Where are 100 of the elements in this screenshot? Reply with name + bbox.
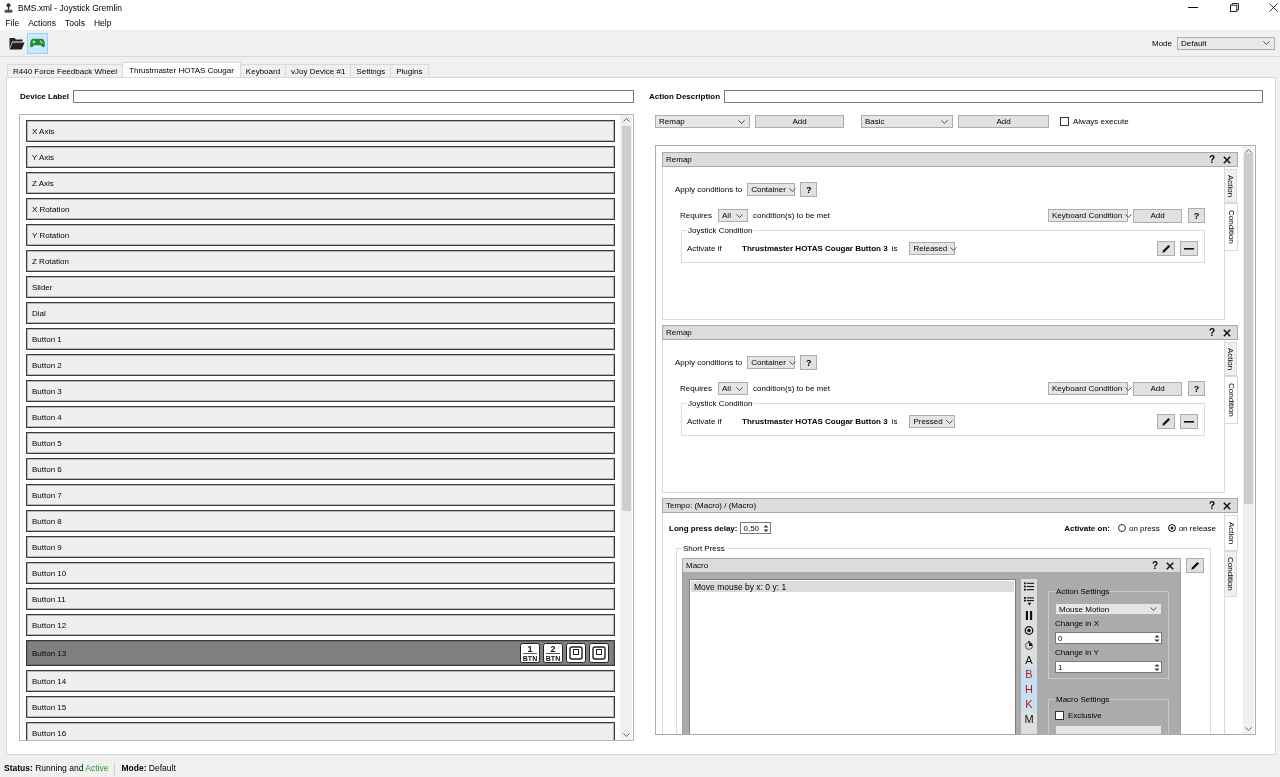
remove-button[interactable] [1180, 241, 1198, 256]
spin-box[interactable]: 0,50 [740, 522, 772, 534]
macro-tool-button[interactable]: B [1021, 667, 1037, 682]
macro-entry[interactable]: Move mouse by x: 0 y: 1 [691, 581, 1014, 592]
side-tab[interactable]: Action [1225, 515, 1238, 552]
device-tab[interactable]: Settings [350, 64, 392, 77]
input-item[interactable]: Button 6 [26, 458, 615, 480]
scroll-up-icon[interactable] [1245, 149, 1252, 153]
side-tab[interactable]: Condition [1225, 551, 1237, 598]
edit-button[interactable] [1157, 414, 1175, 429]
spin-box[interactable]: 1 [1055, 661, 1162, 673]
requires-dropdown[interactable]: All [718, 209, 748, 222]
close-icon[interactable] [1223, 328, 1231, 337]
help-button[interactable]: ? [1208, 500, 1215, 511]
input-item[interactable]: Button 10 [26, 562, 615, 584]
input-item[interactable]: Button 11 [26, 588, 615, 610]
input-item[interactable]: Button 3 [26, 380, 615, 402]
menu-item[interactable]: Actions [23, 17, 61, 28]
device-label-field[interactable] [72, 90, 634, 103]
scrollbar-thumb[interactable] [621, 126, 631, 511]
help-button[interactable]: ? [1208, 327, 1215, 338]
device-tab[interactable]: vJoy Device #1 [285, 64, 352, 77]
checkbox[interactable] [1055, 711, 1064, 720]
spin-box[interactable]: 0 [1055, 632, 1162, 644]
input-item[interactable]: Button 9 [26, 536, 615, 558]
side-tab[interactable]: Condition [1225, 376, 1238, 425]
requires-dropdown[interactable]: All [718, 382, 748, 395]
input-item[interactable]: Button 1 [26, 328, 615, 350]
input-item[interactable]: Button 7 [26, 484, 615, 506]
macro-tool-button[interactable]: M [1021, 711, 1037, 726]
edit-button[interactable] [1157, 241, 1175, 256]
add-container-button[interactable]: Add [958, 115, 1049, 128]
spin-arrows-icon[interactable] [1154, 633, 1160, 643]
input-item[interactable]: Z Rotation [26, 250, 615, 272]
add-condition-button[interactable]: Add [1133, 381, 1182, 396]
input-item[interactable]: Y Axis [26, 146, 615, 168]
close-icon[interactable] [1166, 561, 1174, 570]
action-description-field[interactable] [724, 90, 1263, 103]
help-button[interactable]: ? [1208, 154, 1215, 165]
menu-item[interactable]: Tools [60, 17, 90, 28]
apply-dropdown[interactable]: Container [747, 356, 796, 369]
radio-button[interactable] [1167, 524, 1176, 532]
help-button[interactable]: ? [1188, 381, 1205, 396]
state-dropdown[interactable]: Released [909, 242, 956, 255]
input-item[interactable]: Button 14 [26, 670, 615, 692]
edit-button[interactable] [1186, 558, 1204, 573]
macro-tool-button[interactable] [1021, 579, 1037, 594]
menu-item[interactable]: File [1, 17, 24, 28]
exclusive-label[interactable]: Exclusive [1068, 711, 1102, 720]
input-item[interactable]: Slider [26, 276, 615, 298]
input-item[interactable]: Z Axis [26, 172, 615, 194]
scroll-down-icon[interactable] [622, 733, 630, 737]
radio-button[interactable] [1117, 524, 1126, 532]
menu-item[interactable]: Help [89, 17, 116, 28]
help-button[interactable]: ? [800, 355, 818, 370]
radio-label[interactable]: on release [1178, 523, 1216, 533]
scrollbar-thumb[interactable] [1244, 153, 1253, 504]
scroll-down-icon[interactable] [1245, 727, 1252, 731]
close-icon[interactable] [1269, 3, 1278, 12]
device-tab[interactable]: Plugins [390, 64, 429, 77]
help-button[interactable]: ? [800, 182, 818, 197]
help-button[interactable]: ? [1151, 560, 1158, 571]
spin-arrows-icon[interactable] [1154, 662, 1160, 672]
close-icon[interactable] [1223, 501, 1231, 510]
close-icon[interactable] [1223, 155, 1231, 164]
checkbox[interactable] [1060, 117, 1069, 126]
device-tab[interactable]: R440 Force Feedback Wheel [7, 64, 124, 77]
action-type-dropdown[interactable]: Remap [655, 115, 750, 128]
mode-dropdown[interactable]: Default [1177, 36, 1275, 50]
input-item[interactable]: Button 8 [26, 510, 615, 532]
restore-icon[interactable] [1230, 3, 1239, 12]
gamepad-button[interactable] [27, 32, 48, 54]
scroll-up-icon[interactable] [622, 118, 630, 122]
add-action-button[interactable]: Add [755, 115, 844, 128]
remove-button[interactable] [1180, 414, 1198, 429]
input-item[interactable]: Button 15 [26, 696, 615, 718]
radio-label[interactable]: on press [1128, 523, 1160, 533]
input-item[interactable]: Button 2 [26, 354, 615, 376]
side-tab[interactable]: Condition [1225, 203, 1238, 252]
input-item[interactable]: Y Rotation [26, 224, 615, 246]
input-item[interactable]: Button 4 [26, 406, 615, 428]
input-item[interactable]: Dial [26, 302, 615, 324]
action-type-dropdown[interactable]: Mouse Motion [1055, 603, 1162, 615]
spin-arrows-icon[interactable] [763, 523, 770, 533]
input-item[interactable]: Button 12 [26, 614, 615, 636]
input-item[interactable]: X Rotation [26, 198, 615, 220]
add-condition-button[interactable]: Add [1133, 208, 1182, 223]
apply-dropdown[interactable]: Container [747, 183, 796, 196]
macro-tool-button[interactable]: A [1021, 652, 1037, 668]
device-tab[interactable]: Thrustmaster HOTAS Cougar [122, 62, 241, 77]
side-tab[interactable]: Action [1225, 169, 1237, 204]
device-tab[interactable]: Keyboard [239, 64, 287, 77]
state-dropdown[interactable]: Pressed [909, 415, 956, 428]
input-item[interactable]: X Axis [26, 120, 615, 142]
input-item[interactable]: Button 5 [26, 432, 615, 454]
input-item[interactable]: Button 16 [26, 722, 615, 740]
help-button[interactable]: ? [1188, 208, 1205, 223]
side-tab[interactable]: Action [1225, 342, 1237, 377]
always-execute-label[interactable]: Always execute [1073, 117, 1129, 126]
container-type-dropdown[interactable]: Basic [861, 115, 953, 128]
